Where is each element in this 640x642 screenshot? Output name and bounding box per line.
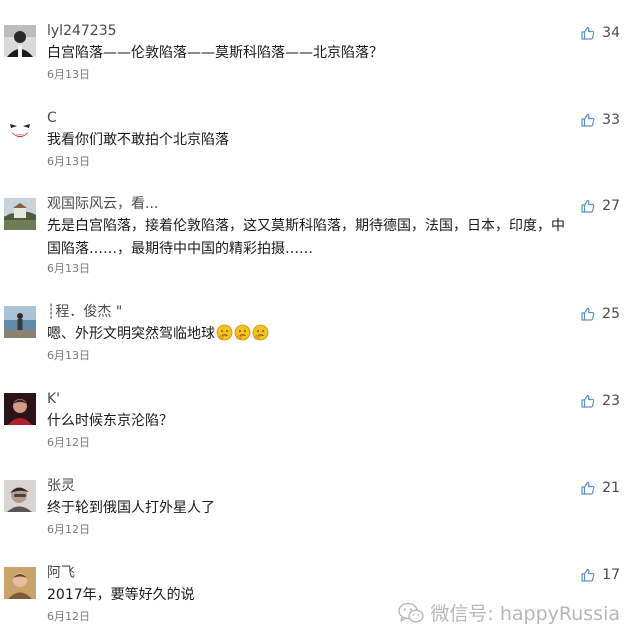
comment-date: 6月13日 xyxy=(47,155,90,168)
avatar[interactable] xyxy=(4,567,36,599)
comment-username[interactable]: 观国际风云，看... xyxy=(47,195,158,213)
comment-list: lyl247235 白宫陷落——伦敦陷落——莫斯科陷落——北京陷落？ 6月13日… xyxy=(0,0,640,642)
comment-text: 终于轮到俄国人打外星人了 xyxy=(47,500,215,516)
comment-item: 观国际风云，看... 先是白宫陷落，接着伦敦陷落，这又莫斯科陷落，期待德国，法国… xyxy=(0,195,640,280)
avatar[interactable] xyxy=(4,112,36,144)
comment-username[interactable]: lyl247235 xyxy=(47,22,117,40)
comment-username[interactable]: K' xyxy=(47,390,60,408)
like-button[interactable]: 34 xyxy=(581,23,620,43)
comment-item: K' 什么时候东京沦陷？ 6月12日 23 xyxy=(0,390,640,453)
watermark: 微信号: happyRussia xyxy=(398,599,620,626)
thinking-face-emoji xyxy=(234,324,251,341)
like-count: 17 xyxy=(602,567,620,583)
thinking-face-emoji xyxy=(216,324,233,341)
avatar[interactable] xyxy=(4,480,36,512)
watermark-text: 微信号: happyRussia xyxy=(430,603,620,625)
comment-item: C 我看你们敢不敢拍个北京陷落 6月13日 33 xyxy=(0,109,640,172)
warm-portrait-photo-icon xyxy=(4,567,36,599)
thumbs-up-icon xyxy=(581,568,595,582)
avatar[interactable] xyxy=(4,198,36,230)
person-by-sea-photo-icon xyxy=(4,306,36,338)
comment-text: 嗯、外形文明突然驾临地球 xyxy=(47,323,577,346)
comment-item: lyl247235 白宫陷落——伦敦陷落——莫斯科陷落——北京陷落？ 6月13日… xyxy=(0,22,640,85)
like-count: 27 xyxy=(602,198,620,214)
comment-username[interactable]: 张灵 xyxy=(47,477,75,495)
grey-portrait-photo-icon xyxy=(4,480,36,512)
thumbs-up-icon xyxy=(581,113,595,127)
like-count: 34 xyxy=(602,25,620,41)
wechat-logo-icon xyxy=(398,602,425,623)
like-button[interactable]: 21 xyxy=(581,478,620,498)
comment-date: 6月12日 xyxy=(47,523,90,536)
like-count: 33 xyxy=(602,112,620,128)
like-count: 25 xyxy=(602,306,620,322)
comment-date: 6月13日 xyxy=(47,349,90,362)
like-count: 23 xyxy=(602,393,620,409)
like-button[interactable]: 33 xyxy=(581,110,620,130)
comment-date: 6月13日 xyxy=(47,68,90,81)
comment-date: 6月12日 xyxy=(47,436,90,449)
comment-username[interactable]: 阿飞 xyxy=(47,564,75,582)
like-button[interactable]: 25 xyxy=(581,304,620,324)
comment-text-body: 嗯、外形文明突然驾临地球 xyxy=(47,326,215,342)
avatar[interactable] xyxy=(4,306,36,338)
thumbs-up-icon xyxy=(581,199,595,213)
comment-text: 白宫陷落——伦敦陷落——莫斯科陷落——北京陷落？ xyxy=(47,45,383,61)
thumbs-up-icon xyxy=(581,481,595,495)
emoji-group xyxy=(215,324,269,342)
like-button[interactable]: 27 xyxy=(581,196,620,216)
thumbs-up-icon xyxy=(581,26,595,40)
red-portrait-photo-icon xyxy=(4,393,36,425)
thumbs-up-icon xyxy=(581,394,595,408)
comment-username[interactable]: ┊程．俊杰 " xyxy=(47,303,122,321)
joker-face-icon xyxy=(4,112,36,144)
comment-item: 张灵 终于轮到俄国人打外星人了 6月12日 21 xyxy=(0,477,640,540)
man-in-suit-photo-icon xyxy=(4,25,36,57)
comment-username[interactable]: C xyxy=(47,109,57,127)
thumbs-up-icon xyxy=(581,307,595,321)
comment-text: 什么时候东京沦陷？ xyxy=(47,413,173,429)
avatar[interactable] xyxy=(4,393,36,425)
comment-date: 6月12日 xyxy=(47,610,90,623)
like-button[interactable]: 17 xyxy=(581,565,620,585)
avatar[interactable] xyxy=(4,25,36,57)
comment-item: ┊程．俊杰 " 嗯、外形文明突然驾临地球 6月13日 25 xyxy=(0,303,640,366)
thinking-face-emoji xyxy=(252,324,269,341)
like-count: 21 xyxy=(602,480,620,496)
comment-date: 6月13日 xyxy=(47,262,90,275)
comment-text: 先是白宫陷落，接着伦敦陷落，这又莫斯科陷落，期待德国，法国，日本，印度，中国陷落… xyxy=(47,218,565,257)
landscape-photo-icon xyxy=(4,198,36,230)
comment-text: 我看你们敢不敢拍个北京陷落 xyxy=(47,132,229,148)
like-button[interactable]: 23 xyxy=(581,391,620,411)
